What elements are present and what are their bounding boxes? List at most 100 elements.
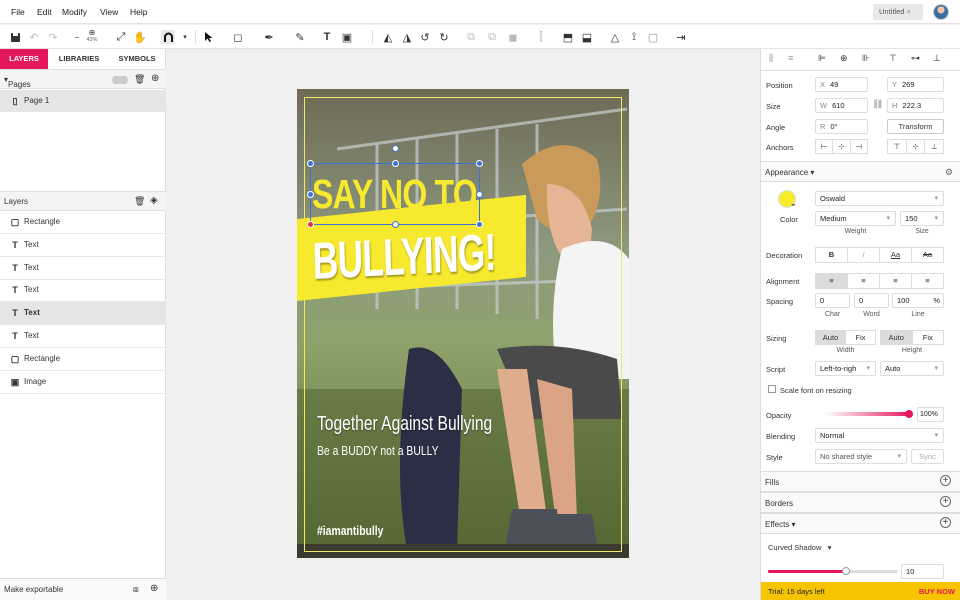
layer-row[interactable]: T Text — [0, 234, 166, 257]
anchor-vertical[interactable]: ⊤ ⊹ ⊥ — [887, 139, 944, 154]
text-align-left-icon[interactable]: ≡ — [816, 274, 848, 288]
chevron-down-icon[interactable]: ▾ — [178, 30, 192, 44]
tagline-text[interactable]: Be a BUDDY not a BULLY — [317, 443, 439, 458]
height-auto-button[interactable]: Auto — [881, 331, 913, 344]
sync-button[interactable]: Sync — [911, 449, 944, 464]
appearance-header[interactable]: Appearance ▾ ⚙ — [761, 161, 960, 182]
ungroup-icon[interactable]: ⧉ — [485, 30, 499, 44]
avatar[interactable] — [933, 4, 949, 20]
pages-toggle[interactable] — [112, 76, 128, 84]
align-right-icon[interactable]: ⊪ — [862, 53, 870, 64]
group-icon[interactable]: ⧉ — [464, 30, 478, 44]
pen-icon[interactable]: ✒ — [262, 30, 276, 44]
fills-header[interactable]: Fills + — [761, 471, 960, 492]
transform-button[interactable]: Transform — [887, 119, 944, 134]
effect-select[interactable]: Curved Shadow ▾ — [768, 543, 831, 552]
resize-handle-se[interactable] — [476, 221, 483, 228]
menu-help[interactable]: Help — [130, 7, 147, 17]
effect-slider-knob[interactable] — [842, 567, 850, 575]
path-icon[interactable]: ⟟ — [627, 30, 641, 44]
script-auto-select[interactable]: Auto — [880, 361, 944, 376]
pencil-icon[interactable]: ✎ — [293, 30, 307, 44]
align-top-icon[interactable]: ⊤ — [889, 53, 897, 64]
menu-file[interactable]: File — [11, 7, 25, 17]
italic-button[interactable]: I — [848, 248, 880, 262]
add-page-icon[interactable]: ⊕ — [151, 73, 159, 84]
strikethrough-button[interactable]: Aa — [912, 248, 943, 262]
hand-icon[interactable]: ✋ — [133, 30, 147, 44]
anchor-bottom-icon[interactable]: ⊥ — [925, 140, 943, 153]
resize-handle-s[interactable] — [392, 221, 399, 228]
layer-row[interactable]: ▢ Rectangle — [0, 348, 166, 371]
fit-icon[interactable]: ⤢ — [114, 30, 128, 44]
word-spacing-field[interactable]: 0 — [854, 293, 889, 308]
height-fix-button[interactable]: Fix — [913, 331, 944, 344]
pages-title[interactable]: Pages ▾ — [4, 75, 31, 89]
selection-box[interactable] — [310, 163, 480, 225]
shapes-icon[interactable]: ◻ — [231, 30, 245, 44]
resize-handle-e[interactable] — [476, 191, 483, 198]
align-middle-icon[interactable]: ⊶ — [911, 53, 920, 64]
magnet-icon[interactable] — [161, 30, 175, 44]
tab-layers[interactable]: LAYERS — [0, 49, 48, 69]
opacity-slider-knob[interactable] — [905, 410, 913, 418]
weight-select[interactable]: Medium — [815, 211, 896, 226]
opacity-field[interactable]: 100% — [917, 407, 944, 422]
triangle-icon[interactable]: △ — [608, 30, 622, 44]
align-left-icon[interactable]: ⊫ — [818, 53, 826, 64]
width-auto-button[interactable]: Auto — [816, 331, 846, 344]
distribute-v-icon[interactable]: ≡ — [788, 53, 793, 63]
y-field[interactable]: Y 269 — [887, 77, 944, 92]
tab-libraries[interactable]: LIBRARIES — [52, 49, 106, 69]
zoom-control[interactable]: ⊕ 43% — [85, 28, 99, 43]
settings-icon[interactable]: ⚙ — [945, 167, 953, 178]
rotate-right-icon[interactable]: ↻ — [437, 30, 451, 44]
add-layer-icon[interactable]: ◈ — [150, 195, 158, 206]
anchor-hcenter-icon[interactable]: ⊹ — [833, 140, 851, 153]
distribute-h-icon[interactable]: ⫼ — [769, 53, 773, 64]
angle-field[interactable]: R 0° — [815, 119, 868, 134]
effects-header[interactable]: Effects ▾ + — [761, 513, 960, 534]
anchor-top-icon[interactable]: ⊤ — [888, 140, 907, 153]
text-tool-icon[interactable]: T — [320, 30, 334, 44]
flip-vertical-icon[interactable]: ◮ — [400, 30, 414, 44]
anchor-left-icon[interactable]: ⊢ — [816, 140, 834, 153]
flip-horizontal-icon[interactable]: ◭ — [381, 30, 395, 44]
mask-icon[interactable]: ▢ — [646, 30, 660, 44]
font-select[interactable]: Oswald — [815, 191, 944, 206]
page-item[interactable]: ▯ Page 1 — [0, 90, 166, 112]
bullying-text[interactable]: BULLYING! — [312, 223, 496, 292]
send-backward-icon[interactable]: ⬓ — [580, 30, 594, 44]
effect-value-field[interactable]: 10 — [901, 564, 944, 579]
buy-now-link[interactable]: BUY NOW — [919, 587, 955, 596]
line-height-field[interactable]: 100% — [892, 293, 944, 308]
layer-row[interactable]: ▢ Rectangle — [0, 211, 166, 234]
artboard[interactable]: SAY NO TO BULLYING! Together Against Bul… — [297, 89, 629, 558]
width-field[interactable]: W 610 — [815, 98, 868, 113]
blending-select[interactable]: Normal — [815, 428, 944, 443]
add-export-icon[interactable]: ⊕ — [150, 583, 158, 594]
height-field[interactable]: H 222.3 — [887, 98, 944, 113]
layer-row[interactable]: T Text — [0, 325, 166, 348]
layer-row[interactable]: T Text — [0, 279, 166, 303]
rotate-left-icon[interactable]: ↺ — [418, 30, 432, 44]
lock-ratio-icon[interactable]: ⛓ — [872, 99, 883, 110]
resize-handle-ne[interactable] — [476, 160, 483, 167]
shared-style-select[interactable]: No shared style — [815, 449, 907, 464]
bring-forward-icon[interactable]: ⬒ — [561, 30, 575, 44]
anchor-vcenter-icon[interactable]: ⊹ — [907, 140, 926, 153]
font-size-field[interactable]: 150 — [900, 211, 944, 226]
script-select[interactable]: Left-to-righ — [815, 361, 876, 376]
undo-icon[interactable]: ↶ — [27, 30, 41, 44]
opacity-slider[interactable] — [825, 412, 911, 416]
redo-icon[interactable]: ↷ — [46, 30, 60, 44]
tab-symbols[interactable]: SYMBOLS — [110, 49, 164, 69]
align-center-icon[interactable]: ⊕ — [840, 53, 848, 64]
trash-icon[interactable]: 🗑 — [134, 74, 145, 85]
menu-edit[interactable]: Edit — [37, 7, 52, 17]
add-border-icon[interactable]: + — [940, 496, 951, 507]
text-align-justify-icon[interactable]: ≡ — [912, 274, 943, 288]
trash-icon[interactable]: 🗑 — [134, 196, 145, 207]
bold-button[interactable]: B — [816, 248, 848, 262]
underline-button[interactable]: Aa — [880, 248, 912, 262]
